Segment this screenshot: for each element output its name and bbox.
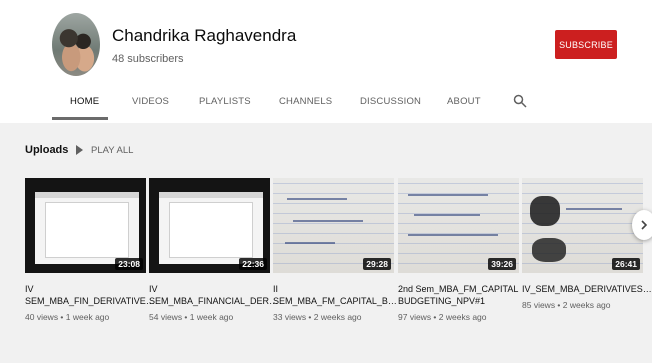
video-duration: 23:08 (115, 258, 143, 270)
play-all-button[interactable]: PLAY ALL (76, 144, 133, 156)
subscribe-button[interactable]: SUBSCRIBE (555, 30, 617, 59)
thumbnail-writing (287, 198, 347, 200)
play-icon (76, 145, 83, 155)
tab-playlists[interactable]: PLAYLISTS (199, 96, 251, 107)
video-title[interactable]: 2nd Sem_MBA_FM_CAPITAL BUDGETING_NPV#1 (398, 283, 519, 307)
video-card[interactable]: 23:08 IV SEM_MBA_FIN_DERIVATIVE… 40 view… (25, 178, 155, 322)
video-thumbnail[interactable]: 29:28 (273, 178, 394, 273)
active-tab-indicator (52, 117, 108, 120)
video-thumbnail[interactable]: 26:41 (522, 178, 643, 273)
thumbnail-writing (408, 234, 498, 236)
video-title[interactable]: IV_SEM_MBA_DERIVATIVES… (522, 283, 652, 295)
video-duration: 29:28 (363, 258, 391, 270)
video-meta: 97 views • 2 weeks ago (398, 312, 487, 322)
channel-name[interactable]: Chandrika Raghavendra (112, 26, 296, 46)
section-title[interactable]: Uploads (25, 144, 68, 156)
thumbnail-writing (285, 242, 335, 244)
video-title[interactable]: IV SEM_MBA_FIN_DERIVATIVE… (25, 283, 155, 307)
tab-videos[interactable]: VIDEOS (132, 96, 169, 107)
tab-home[interactable]: HOME (70, 96, 99, 107)
play-all-label: PLAY ALL (91, 144, 134, 156)
thumbnail-document (45, 202, 129, 258)
thumbnail-writing (414, 214, 480, 216)
subscriber-count: 48 subscribers (112, 53, 184, 65)
video-meta: 85 views • 2 weeks ago (522, 300, 611, 310)
video-duration: 26:41 (612, 258, 640, 270)
thumbnail-writing (566, 208, 622, 210)
video-title[interactable]: II SEM_MBA_FM_CAPITAL_B… (273, 283, 397, 307)
channel-avatar[interactable] (52, 13, 100, 76)
channel-tabs: HOME VIDEOS PLAYLISTS CHANNELS DISCUSSIO… (0, 88, 652, 121)
tab-channels[interactable]: CHANNELS (279, 96, 332, 107)
video-duration: 22:36 (239, 258, 267, 270)
video-meta: 40 views • 1 week ago (25, 312, 110, 322)
video-meta: 54 views • 1 week ago (149, 312, 234, 322)
video-card[interactable]: 29:28 II SEM_MBA_FM_CAPITAL_B… 33 views … (273, 178, 397, 322)
channel-header: Chandrika Raghavendra 48 subscribers SUB… (0, 0, 652, 123)
video-card[interactable]: 26:41 IV_SEM_MBA_DERIVATIVES… 85 views •… (522, 178, 652, 310)
video-thumbnail[interactable]: 39:26 (398, 178, 519, 273)
carousel-next-button[interactable] (632, 210, 652, 240)
video-thumbnail[interactable]: 22:36 (149, 178, 270, 273)
tab-about[interactable]: ABOUT (447, 96, 481, 107)
thumbnail-toolbar (159, 192, 263, 198)
video-title[interactable]: IV SEM_MBA_FINANCIAL_DER… (149, 283, 278, 307)
video-card[interactable]: 22:36 IV SEM_MBA_FINANCIAL_DER… 54 views… (149, 178, 278, 322)
tab-discussion[interactable]: DISCUSSION (360, 96, 421, 107)
chevron-right-icon (641, 220, 648, 230)
thumbnail-toolbar (35, 192, 139, 198)
video-meta: 33 views • 2 weeks ago (273, 312, 362, 322)
thumbnail-writing (408, 194, 488, 196)
video-thumbnail[interactable]: 23:08 (25, 178, 146, 273)
thumbnail-drawing (530, 196, 560, 226)
search-icon[interactable] (513, 94, 527, 108)
thumbnail-drawing (532, 238, 566, 262)
video-card[interactable]: 39:26 2nd Sem_MBA_FM_CAPITAL BUDGETING_N… (398, 178, 519, 322)
thumbnail-writing (293, 220, 363, 222)
thumbnail-document (169, 202, 253, 258)
video-duration: 39:26 (488, 258, 516, 270)
